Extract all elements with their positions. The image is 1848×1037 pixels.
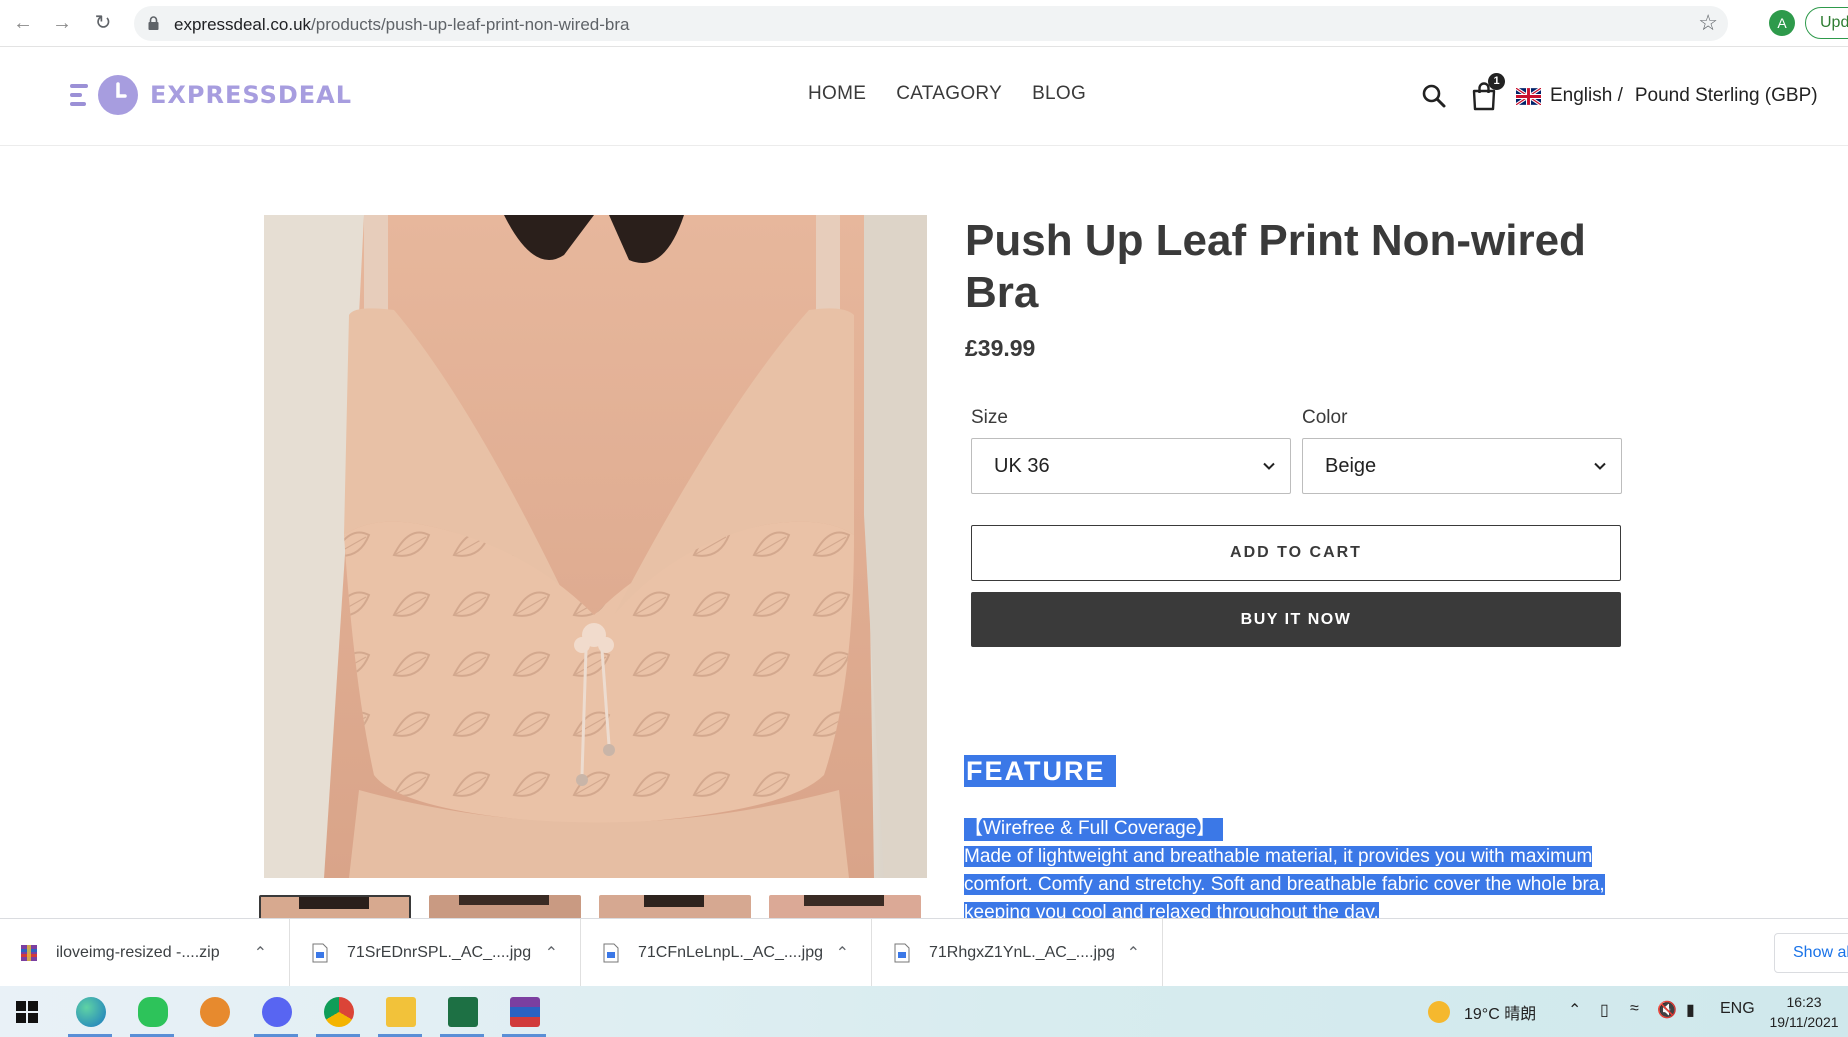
color-value: Beige xyxy=(1325,455,1377,477)
bookmark-star-icon[interactable]: ☆ xyxy=(1698,10,1718,36)
download-item[interactable]: iloveimg-resized -....zip ⌃ xyxy=(0,919,290,987)
reload-icon[interactable]: ↻ xyxy=(90,10,116,36)
clock-logo-icon xyxy=(98,75,138,115)
nav-category[interactable]: CATAGORY xyxy=(896,83,1002,105)
show-all-button[interactable]: Show al xyxy=(1774,933,1848,973)
feature-text-line-1: Made of lightweight and breathable mater… xyxy=(964,846,1593,867)
url-path: /products/push-up-leaf-print-non-wired-b… xyxy=(311,15,630,34)
weather-sun-icon[interactable] xyxy=(1428,1001,1450,1023)
chevron-down-icon xyxy=(1594,462,1606,470)
usb-device-icon[interactable]: ▯ xyxy=(1600,1000,1609,1020)
download-item[interactable]: 71RhgxZ1YnL._AC_....jpg ⌃ xyxy=(873,919,1163,987)
weather-text[interactable]: 19°C 晴朗 xyxy=(1464,1000,1536,1024)
size-select[interactable]: UK 36 xyxy=(971,438,1291,494)
feature-heading: FEATURE xyxy=(964,755,1116,787)
caret-up-icon[interactable]: ⌃ xyxy=(836,943,849,963)
download-item[interactable]: 71SrEDnrSPL._AC_....jpg ⌃ xyxy=(291,919,581,987)
wechat-icon[interactable] xyxy=(124,986,180,1037)
profile-avatar[interactable]: A xyxy=(1769,10,1795,36)
thumbnail-strip xyxy=(259,895,921,919)
main-nav: HOME CATAGORY BLOG xyxy=(808,83,1086,105)
windows-taskbar: 19°C 晴朗 ⌃ ▯ ≈ 🔇 ▮ ENG 16:23 19/11/2021 xyxy=(0,986,1848,1037)
windows-start-icon[interactable] xyxy=(0,986,56,1037)
chrome-icon[interactable] xyxy=(310,986,366,1037)
download-item[interactable]: 71CFnLeLnpL._AC_....jpg ⌃ xyxy=(582,919,872,987)
browser-toolbar: ← → ↻ expressdeal.co.uk/products/push-up… xyxy=(0,0,1848,47)
thumbnail-3[interactable] xyxy=(599,895,751,919)
forward-arrow-icon[interactable]: → xyxy=(49,10,75,36)
add-to-cart-button[interactable]: ADD TO CART xyxy=(971,525,1621,581)
image-file-icon xyxy=(894,943,910,963)
url-domain: expressdeal.co.uk xyxy=(174,15,312,34)
thumbnail-2[interactable] xyxy=(429,895,581,919)
language-selector[interactable]: English / xyxy=(1550,85,1623,107)
feature-text-line-3: keeping you cool and relaxed throughout … xyxy=(964,902,1379,918)
input-language[interactable]: ENG xyxy=(1720,1000,1755,1018)
product-main-image[interactable] xyxy=(264,215,927,878)
logo-text: EXPRESSDEAL xyxy=(150,81,353,109)
file-explorer-icon[interactable] xyxy=(372,986,428,1037)
header-tools: 1 English / Pound Sterling (GBP) xyxy=(1420,73,1818,113)
volume-muted-icon[interactable]: 🔇 xyxy=(1657,1000,1677,1020)
caret-up-icon[interactable]: ⌃ xyxy=(1127,943,1140,963)
currency-selector[interactable]: Pound Sterling (GBP) xyxy=(1635,85,1818,107)
cart-count-badge: 1 xyxy=(1488,73,1505,90)
chevron-down-icon xyxy=(1263,462,1275,470)
caret-up-icon[interactable]: ⌃ xyxy=(254,943,267,963)
image-file-icon xyxy=(312,943,328,963)
color-select[interactable]: Beige xyxy=(1302,438,1622,494)
download-filename: 71CFnLeLnpL._AC_....jpg xyxy=(638,944,824,961)
caret-up-icon[interactable]: ⌃ xyxy=(545,943,558,963)
download-filename: 71SrEDnrSPL._AC_....jpg xyxy=(347,944,532,961)
buy-it-now-button[interactable]: BUY IT NOW xyxy=(971,592,1621,647)
thumbnail-1[interactable] xyxy=(259,895,411,919)
edge-icon[interactable] xyxy=(62,986,118,1037)
site-header: EXPRESSDEAL HOME CATAGORY BLOG 1 English… xyxy=(0,47,1848,146)
cart-icon[interactable]: 1 xyxy=(1470,73,1505,111)
size-label: Size xyxy=(971,407,1008,428)
product-title: Push Up Leaf Print Non-wired Bra xyxy=(965,216,1586,317)
feature-subheading: 【Wirefree & Full Coverage】 xyxy=(964,818,1224,841)
logo-lines-icon xyxy=(70,78,92,112)
color-label: Color xyxy=(1302,407,1348,428)
thumbnail-4[interactable] xyxy=(769,895,921,919)
url-text: expressdeal.co.uk/products/push-up-leaf-… xyxy=(174,15,629,35)
download-bar: iloveimg-resized -....zip ⌃ 71SrEDnrSPL.… xyxy=(0,918,1848,987)
excel-icon[interactable] xyxy=(434,986,490,1037)
game-app-icon[interactable] xyxy=(186,986,242,1037)
archive-icon xyxy=(21,945,37,961)
winrar-icon[interactable] xyxy=(496,986,552,1037)
product-description: FEATURE 【Wirefree & Full Coverage】 Made … xyxy=(964,755,1664,918)
nav-home[interactable]: HOME xyxy=(808,83,866,105)
feature-text-line-2: comfort. Comfy and stretchy. Soft and br… xyxy=(964,874,1605,895)
site-logo[interactable]: EXPRESSDEAL xyxy=(70,73,352,117)
lock-icon xyxy=(148,16,159,30)
product-price: £39.99 xyxy=(965,335,1036,361)
nav-blog[interactable]: BLOG xyxy=(1032,83,1086,105)
search-icon[interactable] xyxy=(1420,82,1448,110)
download-filename: iloveimg-resized -....zip xyxy=(56,944,220,961)
taskbar-clock[interactable]: 16:23 19/11/2021 xyxy=(1764,992,1844,1032)
clock-date: 19/11/2021 xyxy=(1769,1014,1839,1030)
address-bar[interactable]: expressdeal.co.uk/products/push-up-leaf-… xyxy=(134,6,1728,41)
download-filename: 71RhgxZ1YnL._AC_....jpg xyxy=(929,944,1115,961)
image-file-icon xyxy=(603,943,619,963)
size-value: UK 36 xyxy=(994,455,1050,477)
tray-chevron-up-icon[interactable]: ⌃ xyxy=(1568,1000,1581,1020)
back-arrow-icon[interactable]: ← xyxy=(10,10,36,36)
update-button[interactable]: Upd xyxy=(1805,7,1848,39)
clock-time: 16:23 xyxy=(1786,994,1822,1010)
uk-flag-icon[interactable] xyxy=(1516,87,1541,105)
battery-icon[interactable]: ▮ xyxy=(1686,1000,1695,1020)
discord-icon[interactable] xyxy=(248,986,304,1037)
wifi-icon[interactable]: ≈ xyxy=(1630,1000,1639,1018)
